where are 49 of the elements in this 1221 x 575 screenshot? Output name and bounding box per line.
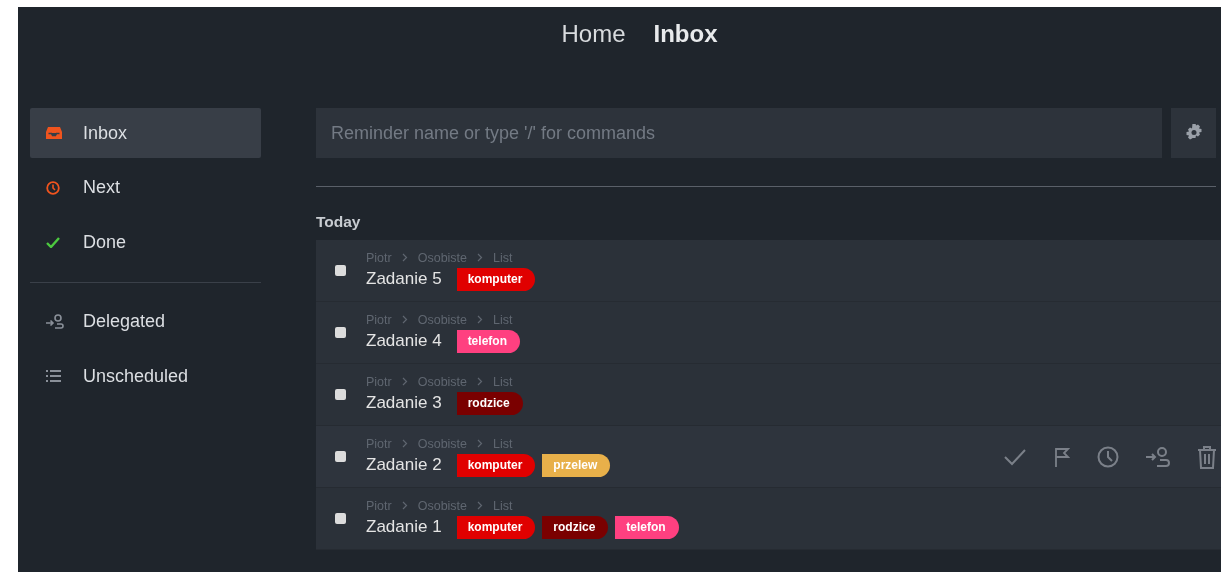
delegate-icon bbox=[46, 313, 64, 330]
delegate-icon[interactable] bbox=[1146, 446, 1170, 467]
tag[interactable]: telefon bbox=[456, 329, 520, 353]
tag[interactable]: przelew bbox=[542, 453, 611, 477]
checkbox[interactable] bbox=[335, 513, 346, 524]
chevron-icon bbox=[477, 439, 484, 448]
section-heading: Today bbox=[316, 213, 362, 231]
chevron-icon bbox=[401, 439, 408, 448]
nav-link[interactable]: Home bbox=[561, 20, 626, 87]
checkbox[interactable] bbox=[335, 327, 346, 338]
check-icon[interactable] bbox=[1003, 447, 1027, 466]
list-icon bbox=[46, 370, 61, 382]
nav-link[interactable]: Inbox bbox=[653, 20, 718, 87]
settings-button[interactable] bbox=[1171, 108, 1216, 158]
checkbox[interactable] bbox=[335, 389, 346, 400]
trash-icon[interactable] bbox=[1197, 444, 1217, 469]
tag[interactable]: komputer bbox=[456, 267, 536, 291]
sidebar-item[interactable]: Delegated bbox=[30, 296, 261, 347]
task-title: Zadanie 4 bbox=[366, 331, 442, 351]
tag[interactable]: komputer bbox=[456, 453, 536, 477]
task-title: Zadanie 1 bbox=[366, 517, 442, 537]
task-title: Zadanie 2 bbox=[366, 455, 442, 475]
inbox-icon bbox=[46, 127, 62, 139]
search-field[interactable]: Reminder name or type '/' for commands bbox=[316, 108, 1163, 158]
chevron-icon bbox=[401, 501, 408, 510]
sidebar-item[interactable]: Done bbox=[30, 217, 261, 267]
chevron-icon bbox=[477, 253, 484, 262]
tag[interactable]: komputer bbox=[456, 515, 536, 539]
task-title: Zadanie 3 bbox=[366, 393, 442, 413]
sidebar-item[interactable]: Inbox bbox=[30, 108, 261, 158]
checkbox[interactable] bbox=[335, 265, 346, 276]
tag[interactable]: rodzice bbox=[456, 391, 523, 415]
sidebar-item[interactable]: Unscheduled bbox=[30, 351, 261, 401]
chevron-icon bbox=[401, 253, 408, 262]
check-icon bbox=[46, 236, 60, 248]
chevron-icon bbox=[401, 377, 408, 386]
chevron-icon bbox=[477, 377, 484, 386]
chevron-icon bbox=[401, 315, 408, 324]
chevron-icon bbox=[477, 501, 484, 510]
flag-icon[interactable] bbox=[1054, 446, 1070, 467]
clock-icon[interactable] bbox=[1097, 445, 1119, 468]
tag[interactable]: rodzice bbox=[542, 515, 609, 539]
sidebar-item[interactable]: Next bbox=[30, 162, 261, 213]
checkbox[interactable] bbox=[335, 451, 346, 462]
settings-icon bbox=[1185, 124, 1204, 142]
task-title: Zadanie 5 bbox=[366, 269, 442, 289]
chevron-icon bbox=[477, 315, 484, 324]
clock-icon bbox=[46, 180, 60, 195]
tag[interactable]: telefon bbox=[615, 515, 679, 539]
